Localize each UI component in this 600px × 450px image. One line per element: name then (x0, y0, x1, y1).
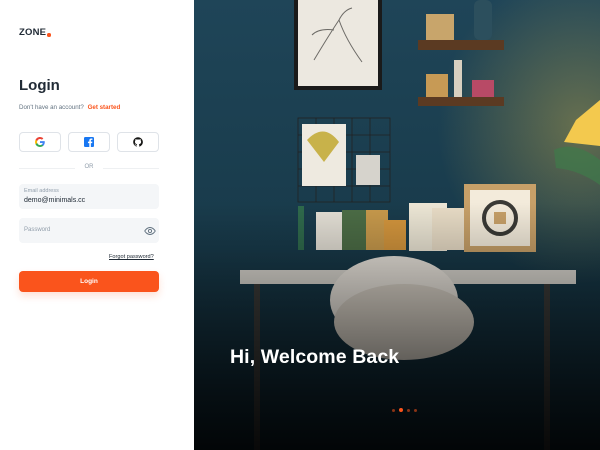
carousel-dots (392, 408, 417, 412)
brand-name: ZONE (19, 27, 47, 38)
login-button[interactable]: Login (19, 271, 159, 292)
email-value[interactable]: demo@minimals.cc (24, 197, 85, 204)
forgot-password-link[interactable]: Forgot password? (109, 254, 154, 260)
facebook-icon (84, 137, 94, 147)
signup-prompt-row: Don't have an account? Get started (19, 104, 120, 111)
divider-line-right (103, 168, 159, 169)
facebook-login-button[interactable] (68, 132, 110, 152)
eye-icon[interactable] (144, 225, 156, 237)
email-label: Email address (24, 188, 59, 194)
google-login-button[interactable] (19, 132, 61, 152)
welcome-heading: Hi, Welcome Back (230, 346, 400, 368)
carousel-dot[interactable] (414, 408, 417, 412)
hero-panel: Hi, Welcome Back (194, 0, 600, 450)
signup-prompt: Don't have an account? (19, 104, 84, 111)
get-started-link[interactable]: Get started (88, 104, 121, 111)
carousel-dot[interactable] (407, 408, 410, 412)
divider-text: OR (84, 164, 94, 170)
github-login-button[interactable] (117, 132, 159, 152)
login-panel: ZONE Login Don't have an account? Get st… (0, 0, 194, 450)
carousel-dot[interactable] (392, 408, 395, 412)
brand-logo[interactable]: ZONE (19, 27, 51, 38)
email-field[interactable]: Email address demo@minimals.cc (19, 184, 159, 209)
carousel-dot-active[interactable] (399, 408, 403, 412)
hero-background-image (194, 0, 600, 450)
google-icon (35, 137, 45, 147)
page-title: Login (19, 77, 60, 94)
github-icon (133, 137, 143, 147)
password-placeholder: Password (24, 227, 51, 233)
password-field[interactable]: Password (19, 218, 159, 243)
or-divider: OR (19, 163, 159, 173)
logo-dot (47, 33, 51, 37)
